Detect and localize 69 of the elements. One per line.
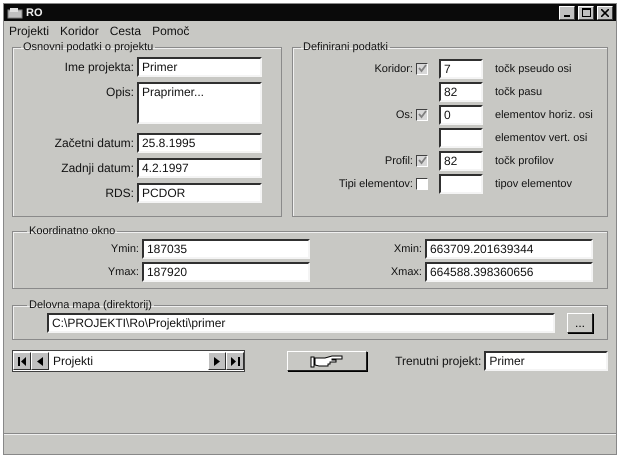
unit-label: točk pseudo osi [495, 62, 572, 74]
field-label: Ime projekta: [64, 59, 135, 74]
unit-label: točk profilov [495, 154, 554, 166]
pointing-hand-icon [310, 353, 344, 369]
next-icon [214, 356, 220, 366]
menu-item[interactable]: Pomoč [152, 24, 190, 38]
close-button[interactable] [597, 6, 613, 20]
input-field[interactable]: Praprimer... [137, 82, 262, 124]
input-field[interactable]: 663709.201639344 [425, 239, 593, 259]
group-title: Delovna mapa (direktorij) [28, 299, 153, 311]
field-label: Os: [396, 108, 413, 120]
checkmark-icon [418, 110, 426, 119]
previous-record-button[interactable] [31, 352, 49, 370]
field-label: Opis: [104, 84, 135, 99]
field-label: Xmax: [390, 266, 423, 278]
last-record-button[interactable] [226, 352, 244, 370]
checkbox[interactable] [416, 178, 428, 190]
next-record-button[interactable] [208, 352, 226, 370]
window-title: RO [26, 6, 42, 18]
field-label: Koridor: [374, 62, 413, 74]
field-label: Xmin: [392, 243, 423, 255]
minimize-icon [564, 14, 570, 16]
group-title: Koordinatno okno [28, 225, 116, 237]
field-label: Profil: [384, 154, 413, 166]
input-field[interactable]: 82 [439, 150, 483, 170]
unit-label: elementov vert. osi [495, 132, 588, 144]
maximize-button[interactable] [578, 6, 594, 20]
field-label: Trenutni projekt: [395, 354, 482, 368]
field-label: Tipi elementov: [338, 178, 413, 190]
input-field[interactable]: 25.8.1995 [137, 133, 262, 153]
app-icon [7, 6, 23, 18]
unit-label: tipov elementov [495, 178, 572, 190]
previous-icon [37, 356, 43, 366]
menu-item[interactable]: Projekti [9, 24, 50, 38]
menu-item[interactable]: Koridor [60, 24, 99, 38]
input-field[interactable] [439, 128, 483, 148]
open-button[interactable] [287, 351, 368, 371]
input-field[interactable]: 4.2.1997 [137, 158, 262, 178]
path-field[interactable]: C:\PROJEKTI\Ro\Projekti\primer [47, 313, 555, 333]
input-field[interactable]: 7 [439, 58, 483, 78]
group-title: Osnovni podatki o projektu [22, 41, 154, 53]
last-icon [230, 356, 240, 366]
checkmark-icon [418, 156, 426, 165]
field-label: Ymax: [106, 266, 140, 278]
input-field[interactable] [439, 174, 483, 194]
field-label: Ymin: [110, 243, 140, 255]
menu-item[interactable]: Cesta [110, 24, 142, 38]
first-icon [18, 356, 26, 366]
first-record-button[interactable] [13, 352, 31, 370]
minimize-button[interactable] [559, 6, 575, 20]
group-title: Definirani podatki [302, 41, 389, 53]
unit-label: točk pasu [495, 86, 542, 98]
input-field[interactable]: 664588.398360656 [425, 262, 593, 282]
maximize-icon [582, 8, 590, 17]
input-field[interactable]: 187035 [142, 239, 310, 259]
unit-label: elementov horiz. osi [495, 108, 593, 120]
input-field[interactable]: Primer [484, 351, 608, 371]
input-field[interactable]: 82 [439, 82, 483, 102]
field-label: RDS: [104, 185, 135, 200]
navigator-caption: Projekti [52, 354, 94, 368]
field-label: Začetni datum: [54, 135, 135, 150]
checkmark-icon [418, 64, 426, 73]
close-icon [601, 8, 609, 16]
browse-button[interactable]: ... [567, 313, 593, 333]
field-label: Zadnji datum: [60, 160, 135, 175]
input-field[interactable]: 187920 [142, 262, 310, 282]
input-field[interactable]: Primer [137, 57, 262, 77]
input-field[interactable]: 0 [439, 104, 483, 124]
input-field[interactable]: PCDOR [137, 183, 262, 203]
